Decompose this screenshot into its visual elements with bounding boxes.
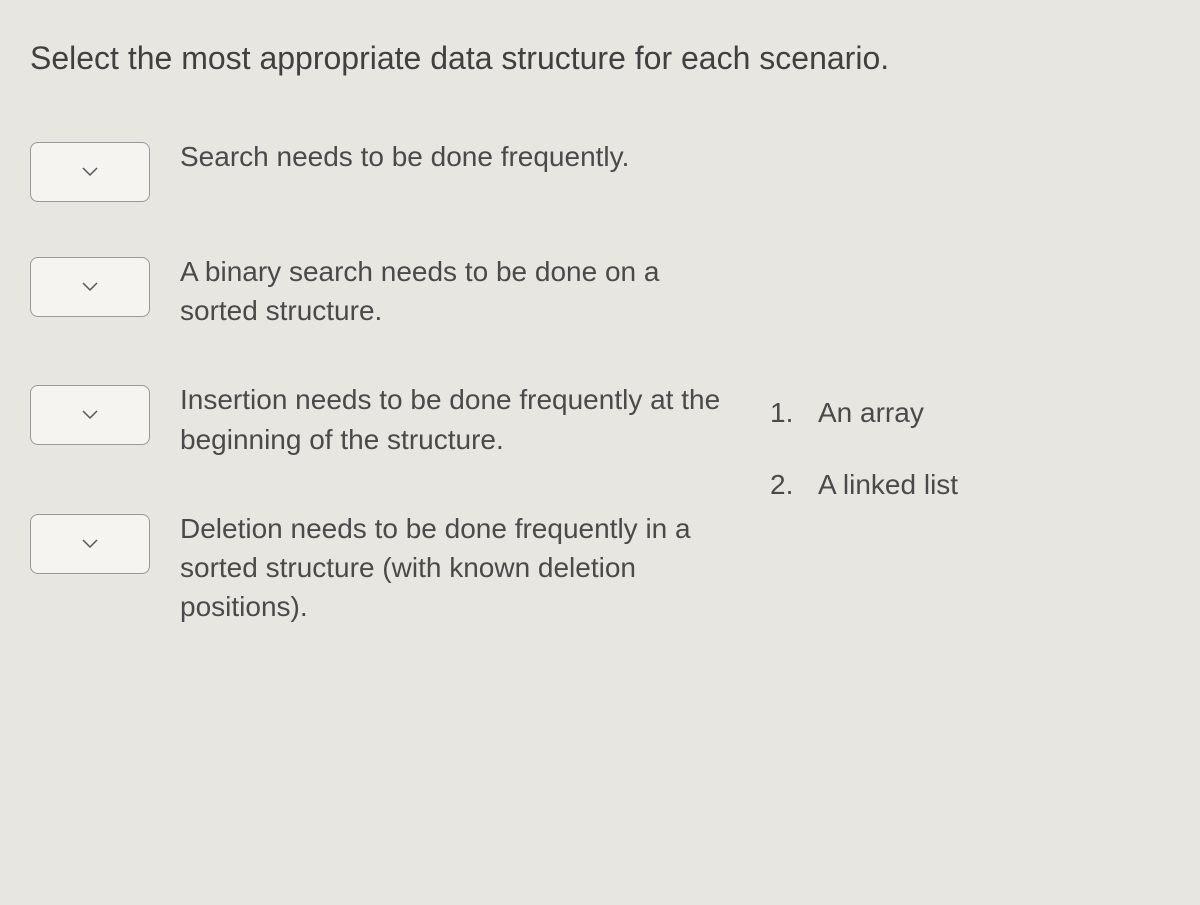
chevron-down-icon	[82, 410, 98, 420]
scenario-row: Insertion needs to be done frequently at…	[30, 380, 730, 458]
scenario-4-text: Deletion needs to be done frequently in …	[180, 509, 730, 627]
options-column: 1. An array 2. A linked list	[770, 137, 1170, 676]
option-row: 1. An array	[770, 397, 1170, 429]
scenario-2-dropdown[interactable]	[30, 257, 150, 317]
scenario-row: A binary search needs to be done on a so…	[30, 252, 730, 330]
scenario-row: Search needs to be done frequently.	[30, 137, 730, 202]
scenario-4-dropdown[interactable]	[30, 514, 150, 574]
scenario-3-text: Insertion needs to be done frequently at…	[180, 380, 730, 458]
option-2-label: A linked list	[818, 469, 958, 501]
content-area: Search needs to be done frequently. A bi…	[30, 137, 1170, 676]
scenarios-column: Search needs to be done frequently. A bi…	[30, 137, 730, 676]
scenario-1-text: Search needs to be done frequently.	[180, 137, 730, 176]
scenario-3-dropdown[interactable]	[30, 385, 150, 445]
chevron-down-icon	[82, 539, 98, 549]
option-1-label: An array	[818, 397, 924, 429]
scenario-2-text: A binary search needs to be done on a so…	[180, 252, 730, 330]
scenario-1-dropdown[interactable]	[30, 142, 150, 202]
option-2-number: 2.	[770, 469, 800, 501]
instruction-text: Select the most appropriate data structu…	[30, 40, 1170, 77]
chevron-down-icon	[82, 167, 98, 177]
scenario-row: Deletion needs to be done frequently in …	[30, 509, 730, 627]
chevron-down-icon	[82, 282, 98, 292]
option-1-number: 1.	[770, 397, 800, 429]
option-row: 2. A linked list	[770, 469, 1170, 501]
